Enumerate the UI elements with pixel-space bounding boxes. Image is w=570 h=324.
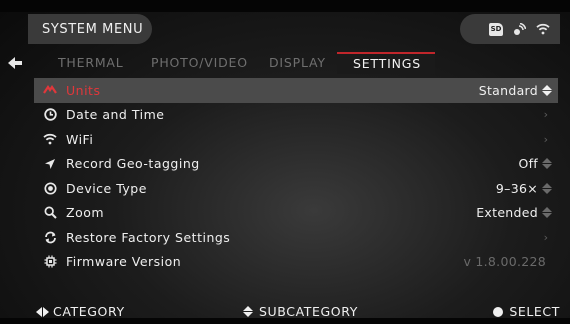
menu-item-value: Off	[518, 156, 558, 171]
screen-frame: SYSTEM MENU SD THERMAL PHOTO/VIDEO DISPL…	[0, 0, 570, 324]
menu-item-value: 9–36×	[496, 181, 558, 196]
menu-item-label: Restore Factory Settings	[66, 229, 231, 245]
menu-item-geotagging[interactable]: Record Geo-tagging Off	[34, 152, 558, 177]
target-icon	[34, 182, 66, 195]
menu-item-wifi[interactable]: WiFi ›	[34, 127, 558, 152]
menu-item-date-time[interactable]: Date and Time ›	[34, 103, 558, 128]
chip-icon	[34, 255, 66, 268]
tab-thermal[interactable]: THERMAL	[34, 52, 127, 74]
category-tabs: THERMAL PHOTO/VIDEO DISPLAY SETTINGS	[34, 52, 558, 74]
status-bar: SD	[460, 14, 560, 44]
tab-display[interactable]: DISPLAY	[245, 52, 337, 74]
menu-item-label: Units	[66, 82, 101, 98]
menu-item-label: WiFi	[66, 131, 94, 147]
menu-item-device-type[interactable]: Device Type 9–36×	[34, 176, 558, 201]
clock-icon	[34, 108, 66, 121]
control-hints: CATEGORY SUBCATEGORY SELECT	[0, 300, 570, 320]
menu-title-text: SYSTEM MENU	[42, 21, 144, 37]
refresh-icon	[34, 231, 66, 244]
sd-card-icon: SD	[489, 22, 503, 36]
menu-item-firmware-version[interactable]: Firmware Version v 1.8.00.228	[34, 250, 558, 275]
menu-item-label: Firmware Version	[66, 254, 182, 270]
tab-photo-video[interactable]: PHOTO/VIDEO	[127, 52, 247, 74]
hint-subcategory: SUBCATEGORY	[243, 304, 358, 319]
menu-item-label: Date and Time	[66, 107, 165, 123]
menu-item-zoom[interactable]: Zoom Extended	[34, 201, 558, 226]
menu-item-restore-factory[interactable]: Restore Factory Settings ›	[34, 225, 558, 250]
updown-arrows-icon	[243, 306, 253, 317]
updown-arrows-icon	[542, 158, 552, 170]
wifi-icon	[34, 133, 66, 145]
menu-item-label: Record Geo-tagging	[66, 156, 200, 172]
tab-settings[interactable]: SETTINGS	[337, 52, 435, 74]
wifi-icon	[536, 23, 550, 35]
menu-title: SYSTEM MENU	[28, 14, 152, 44]
select-dot-icon	[493, 306, 504, 317]
ruler-icon	[34, 85, 66, 95]
gps-icon	[513, 22, 526, 36]
chevron-right-icon: ›	[543, 230, 548, 244]
menu-item-label: Device Type	[66, 180, 147, 196]
firmware-version-value: v 1.8.00.228	[463, 254, 546, 270]
location-arrow-icon	[34, 158, 66, 170]
chevron-right-icon: ›	[543, 108, 548, 122]
hint-select: SELECT	[493, 304, 560, 319]
back-arrow-icon[interactable]	[6, 54, 24, 72]
left-right-arrows-icon	[36, 306, 49, 317]
menu-item-value: Extended	[476, 205, 558, 220]
magnifier-icon	[34, 206, 66, 219]
chevron-right-icon: ›	[543, 132, 548, 146]
updown-arrows-icon	[542, 207, 552, 219]
updown-arrows-icon	[542, 84, 552, 96]
menu-item-value: Standard	[479, 83, 558, 98]
updown-arrows-icon	[542, 182, 552, 194]
settings-list: Units Standard Date and Time › WiFi › Re…	[34, 78, 558, 274]
menu-item-units[interactable]: Units Standard	[34, 78, 558, 103]
hint-category: CATEGORY	[36, 304, 125, 319]
menu-item-label: Zoom	[66, 205, 105, 221]
